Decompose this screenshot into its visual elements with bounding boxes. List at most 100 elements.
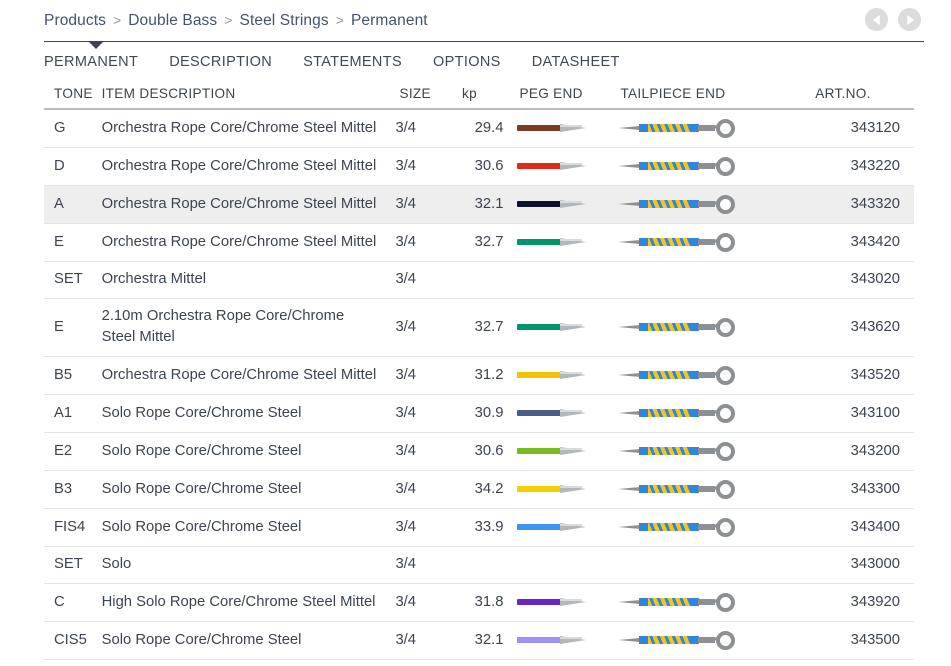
table-row[interactable]: SETSolo3/4343000 (44, 547, 914, 584)
tailpiece-end-graphic (618, 117, 744, 139)
table-row[interactable]: GOrchestra Rope Core/Chrome Steel Mittel… (44, 109, 914, 148)
cell-description: Orchestra Rope Core/Chrome Steel Mittel (102, 357, 396, 395)
cell-kp: 32.1 (462, 186, 517, 224)
tailpiece-end-graphic (618, 516, 744, 538)
column-header-art-no[interactable]: ART.NO. (815, 86, 914, 109)
cell-size: 3/4 (395, 622, 462, 660)
tailpiece-loop-ring-icon (716, 631, 735, 650)
tab-statements[interactable]: STATEMENTS (303, 54, 433, 70)
tab-description[interactable]: DESCRIPTION (169, 54, 303, 70)
cell-art-no: 343400 (815, 509, 914, 547)
tailpiece-silk-band-1 (639, 124, 648, 133)
cell-size: 3/4 (395, 584, 462, 622)
table-row[interactable]: B3Solo Rope Core/Chrome Steel3/434.23433… (44, 471, 914, 509)
table-row[interactable]: B5Orchestra Rope Core/Chrome Steel Mitte… (44, 357, 914, 395)
table-row[interactable]: E2.10m Orchestra Rope Core/Chrome Steel … (44, 299, 914, 357)
peg-silk-color (517, 324, 561, 331)
table-row[interactable]: A1Solo Rope Core/Chrome Steel3/430.93431… (44, 395, 914, 433)
tailpiece-end-graphic (618, 316, 744, 338)
tailpiece-silk-stripes (648, 447, 690, 456)
cell-tailpiece-end (618, 148, 815, 186)
tailpiece-end-graphic (618, 155, 744, 177)
table-row[interactable]: DOrchestra Rope Core/Chrome Steel Mittel… (44, 148, 914, 186)
peg-end-graphic (517, 598, 595, 607)
cell-art-no: 343300 (815, 471, 914, 509)
table-row[interactable]: FIS4Solo Rope Core/Chrome Steel3/433.934… (44, 509, 914, 547)
peg-silk-color (517, 486, 561, 493)
cell-tone: E (44, 224, 102, 262)
cell-size: 3/4 (395, 148, 462, 186)
table-body: G Orchestra Rope Core/Chrome Steel Mittel… (44, 109, 914, 660)
specification-table: TONE ITEM DESCRIPTION SIZE kp PEG END TA… (44, 86, 914, 660)
breadcrumb-item-products[interactable]: Products (44, 12, 106, 30)
table-row[interactable]: AOrchestra Rope Core/Chrome Steel Mittel… (44, 186, 914, 224)
cell-size: 3/4 (395, 357, 462, 395)
tab-bar: PERMANENTDESCRIPTIONSTATEMENTSOPTIONSDAT… (44, 41, 924, 70)
tailpiece-end-graphic (618, 478, 744, 500)
cell-tailpiece-end (618, 224, 815, 262)
cell-art-no: 343520 (815, 357, 914, 395)
cell-peg-end (517, 262, 618, 299)
breadcrumb-separator: > (336, 12, 344, 28)
cell-description: Solo (102, 547, 396, 584)
cell-peg-end (517, 471, 618, 509)
table-row[interactable]: CIS5Solo Rope Core/Chrome Steel3/432.134… (44, 622, 914, 660)
peg-end-graphic (517, 200, 595, 209)
peg-tip-sheen (560, 637, 582, 640)
cell-tone: FIS4 (44, 509, 102, 547)
peg-tip-sheen (560, 448, 582, 451)
tailpiece-end-graphic (618, 364, 744, 386)
peg-tip-sheen (560, 410, 582, 413)
cell-art-no: 343500 (815, 622, 914, 660)
column-header-description[interactable]: ITEM DESCRIPTION (102, 86, 396, 109)
column-header-peg-end[interactable]: PEG END (517, 86, 618, 109)
column-header-tailpiece-end[interactable]: TAILPIECE END (618, 86, 815, 109)
tailpiece-silk-band-1 (639, 323, 648, 332)
cell-tone: A1 (44, 395, 102, 433)
breadcrumb-item-permanent[interactable]: Permanent (351, 12, 428, 30)
tailpiece-loop-ring-icon (716, 195, 735, 214)
table-row[interactable]: SETOrchestra Mittel3/4343020 (44, 262, 914, 299)
tailpiece-loop-ring-icon (716, 518, 735, 537)
tab-permanent[interactable]: PERMANENT (44, 54, 169, 70)
tailpiece-loop-ring-icon (716, 404, 735, 423)
peg-silk-color (517, 163, 561, 170)
column-header-size[interactable]: SIZE (395, 86, 462, 109)
cell-tailpiece-end (618, 357, 815, 395)
tab-datasheet[interactable]: DATASHEET (532, 54, 651, 70)
breadcrumb-item-double-bass[interactable]: Double Bass (128, 12, 217, 30)
tab-options[interactable]: OPTIONS (433, 54, 532, 70)
peg-tip-sheen (560, 324, 582, 327)
table-row[interactable]: EOrchestra Rope Core/Chrome Steel Mittel… (44, 224, 914, 262)
prev-arrow-button[interactable] (865, 8, 888, 31)
cell-art-no: 343320 (815, 186, 914, 224)
peg-end-graphic (517, 323, 595, 332)
tailpiece-shaft-left (618, 202, 640, 206)
cell-tailpiece-end (618, 395, 815, 433)
tailpiece-loop-ring-icon (716, 318, 735, 337)
tailpiece-silk-band-1 (639, 200, 648, 209)
cell-description: Solo Rope Core/Chrome Steel (102, 433, 396, 471)
cell-art-no: 343200 (815, 433, 914, 471)
cell-description: Orchestra Rope Core/Chrome Steel Mittel (102, 224, 396, 262)
tailpiece-silk-stripes (648, 409, 690, 418)
cell-tone: A (44, 186, 102, 224)
peg-end-graphic (517, 636, 595, 645)
peg-tip-sheen (560, 599, 582, 602)
table-row[interactable]: E2Solo Rope Core/Chrome Steel3/430.63432… (44, 433, 914, 471)
cell-kp: 30.6 (462, 433, 517, 471)
table-header-row: TONE ITEM DESCRIPTION SIZE kp PEG END TA… (44, 86, 914, 109)
cell-size: 3/4 (395, 109, 462, 148)
table-row[interactable]: CHigh Solo Rope Core/Chrome Steel Mittel… (44, 584, 914, 622)
tailpiece-silk-band-1 (639, 162, 648, 171)
column-header-kp[interactable]: kp (462, 86, 517, 109)
column-header-tone[interactable]: TONE (44, 86, 102, 109)
breadcrumb-item-steel-strings[interactable]: Steel Strings (240, 12, 329, 30)
cell-art-no: 343020 (815, 262, 914, 299)
tailpiece-loop-ring-icon (716, 593, 735, 612)
cell-peg-end (517, 109, 618, 148)
cell-tone: G (44, 109, 102, 148)
next-arrow-button[interactable] (898, 8, 921, 31)
tailpiece-silk-stripes (648, 200, 690, 209)
cell-tone: SET (44, 262, 102, 299)
